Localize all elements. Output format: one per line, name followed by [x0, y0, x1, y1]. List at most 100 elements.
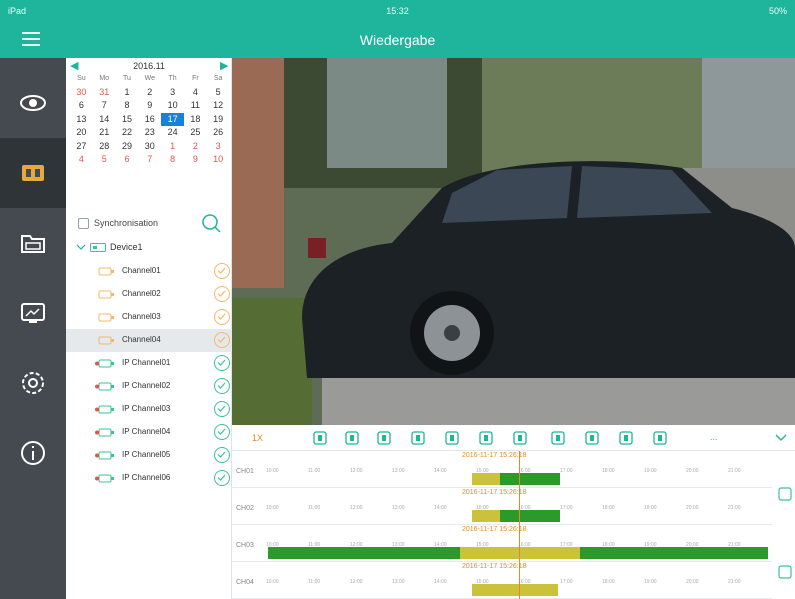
nav-info[interactable] [0, 418, 66, 488]
calendar-day[interactable]: 9 [138, 99, 161, 113]
device-row[interactable]: Device1 [74, 238, 224, 258]
playback-speed[interactable]: 1X [252, 433, 263, 443]
channel-item[interactable]: IP Channel02 [66, 375, 232, 398]
channel-play-button[interactable] [214, 332, 230, 348]
playhead-marker[interactable] [519, 562, 520, 599]
calendar-day[interactable]: 24 [161, 126, 184, 140]
check-icon [217, 359, 226, 366]
channel-item[interactable]: Channel01 [66, 260, 232, 283]
channel-play-button[interactable] [214, 286, 230, 302]
timeline[interactable]: 2016-11-17 15:26:18 CH01 10:00 11:00 12:00 13… [232, 451, 795, 599]
playhead-marker[interactable] [519, 525, 520, 562]
calendar-day[interactable]: 8 [116, 99, 139, 113]
check-icon [217, 267, 226, 274]
calendar-day[interactable]: 4 [184, 86, 207, 100]
zoom-in-icon[interactable] [778, 487, 792, 501]
calendar-day[interactable]: 13 [70, 113, 93, 127]
calendar-day[interactable]: 3 [161, 86, 184, 100]
channel-play-button[interactable] [214, 378, 230, 394]
calendar-day[interactable]: 10 [161, 99, 184, 113]
timeline-row[interactable]: 2016-11-17 15:26:18 CH03 10:00 11:00 12:00 13… [232, 525, 772, 562]
timeline-row[interactable]: 2016-11-17 15:26:18 CH01 10:00 11:00 12:00 13… [232, 451, 772, 488]
video-player[interactable] [232, 58, 795, 425]
calendar-day[interactable]: 23 [138, 126, 161, 140]
search-icon[interactable] [200, 212, 222, 234]
calendar-day[interactable]: 4 [70, 153, 93, 167]
calendar-day[interactable]: 16 [138, 113, 161, 127]
calendar-day[interactable]: 5 [93, 153, 116, 167]
calendar-day[interactable]: 21 [93, 126, 116, 140]
stop-icon[interactable] [344, 430, 360, 446]
channel-item[interactable]: Channel04 [66, 329, 232, 352]
channel-item[interactable]: IP Channel05 [66, 444, 232, 467]
channel-play-button[interactable] [214, 470, 230, 486]
zoom-icon[interactable] [550, 430, 566, 446]
channel-play-button[interactable] [214, 401, 230, 417]
timeline-row[interactable]: 2016-11-17 15:26:18 CH02 10:00 11:00 12:00 13… [232, 488, 772, 525]
channel-item[interactable]: Channel02 [66, 283, 232, 306]
channel-item[interactable]: IP Channel01 [66, 352, 232, 375]
channel-play-button[interactable] [214, 355, 230, 371]
calendar-day[interactable]: 18 [184, 113, 207, 127]
calendar-day[interactable]: 26 [207, 126, 230, 140]
chevron-down-icon[interactable] [774, 430, 788, 444]
calendar-day[interactable]: 1 [161, 140, 184, 154]
nav-playback[interactable] [0, 138, 66, 208]
sync-checkbox[interactable] [78, 218, 89, 229]
calendar-day[interactable]: 6 [70, 99, 93, 113]
next-month-icon[interactable]: ▶ [220, 60, 228, 72]
channel-play-button[interactable] [214, 309, 230, 325]
calendar-day[interactable]: 25 [184, 126, 207, 140]
calendar-day[interactable]: 12 [207, 99, 230, 113]
record-clip-icon[interactable] [410, 430, 426, 446]
nav-settings[interactable] [0, 348, 66, 418]
calendar-day[interactable]: 6 [116, 153, 139, 167]
nav-remote-config[interactable] [0, 278, 66, 348]
calendar-day[interactable]: 19 [207, 113, 230, 127]
channel-play-button[interactable] [214, 447, 230, 463]
calendar-day[interactable]: 7 [138, 153, 161, 167]
nav-files[interactable] [0, 208, 66, 278]
channel-play-button[interactable] [214, 424, 230, 440]
nav-live-view[interactable] [0, 68, 66, 138]
calendar-day[interactable]: 11 [184, 99, 207, 113]
calendar-day[interactable]: 30 [138, 140, 161, 154]
fisheye-icon[interactable] [584, 430, 600, 446]
channel-item[interactable]: IP Channel03 [66, 398, 232, 421]
frame-icon[interactable] [512, 430, 528, 446]
calendar-day[interactable]: 5 [207, 86, 230, 100]
audio-icon[interactable] [618, 430, 634, 446]
calendar-day[interactable]: 17 [161, 112, 184, 126]
calendar-day[interactable]: 31 [93, 86, 116, 100]
channel-item[interactable]: IP Channel06 [66, 467, 232, 490]
zoom-out-icon[interactable] [778, 565, 792, 579]
calendar-day[interactable]: 30 [70, 86, 93, 100]
snapshot-icon[interactable] [376, 430, 392, 446]
calendar-day[interactable]: 9 [184, 153, 207, 167]
calendar-day[interactable]: 15 [116, 113, 139, 127]
calendar-day[interactable]: 27 [70, 140, 93, 154]
more-button[interactable]: ... [710, 432, 718, 442]
timeline-row[interactable]: 2016-11-17 15:26:18 CH04 10:00 11:00 12:00 13… [232, 562, 772, 599]
calendar-day[interactable]: 8 [161, 153, 184, 167]
play-pause-icon[interactable] [312, 430, 328, 446]
playhead-marker[interactable] [519, 488, 520, 525]
channel-item[interactable]: IP Channel04 [66, 421, 232, 444]
calendar-day[interactable]: 2 [184, 140, 207, 154]
calendar-day[interactable]: 22 [116, 126, 139, 140]
calendar-day[interactable]: 2 [138, 86, 161, 100]
calendar-day[interactable]: 14 [93, 113, 116, 127]
calendar-day[interactable]: 28 [93, 140, 116, 154]
fullscreen-icon[interactable] [652, 430, 668, 446]
channel-item[interactable]: Channel03 [66, 306, 232, 329]
channel-play-button[interactable] [214, 263, 230, 279]
fast-icon[interactable] [478, 430, 494, 446]
calendar-day[interactable]: 10 [207, 153, 230, 167]
calendar-day[interactable]: 7 [93, 99, 116, 113]
slow-icon[interactable] [444, 430, 460, 446]
calendar-day[interactable]: 1 [116, 86, 139, 100]
calendar-day[interactable]: 29 [116, 140, 139, 154]
playhead-marker[interactable] [519, 451, 520, 488]
calendar-day[interactable]: 3 [207, 140, 230, 154]
calendar-day[interactable]: 20 [70, 126, 93, 140]
